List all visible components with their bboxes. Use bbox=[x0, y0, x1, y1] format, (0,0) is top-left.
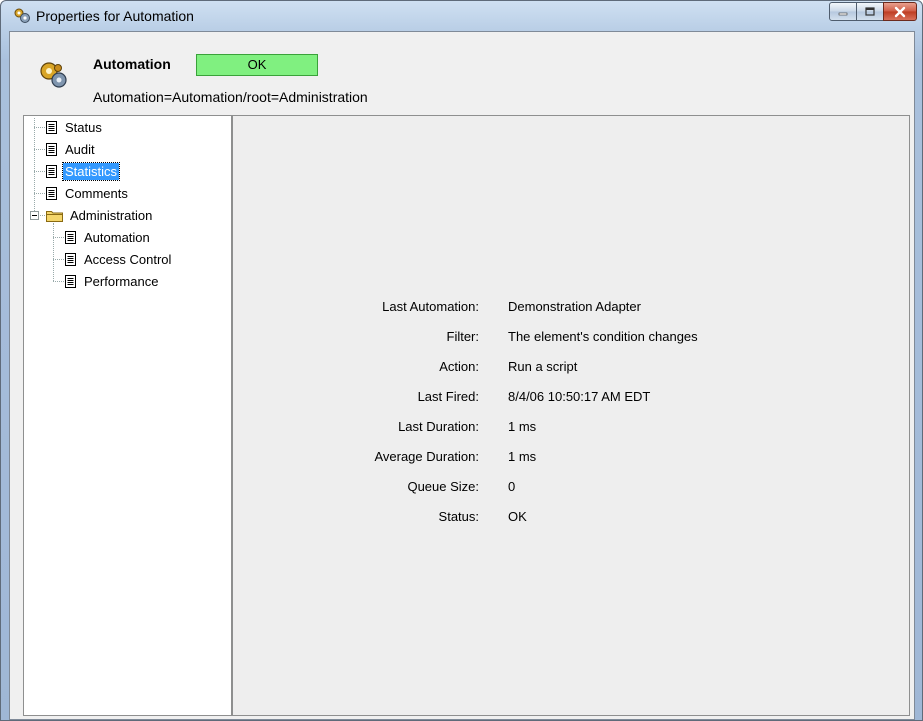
filter-label: Filter: bbox=[446, 329, 480, 344]
action-label: Action: bbox=[439, 359, 479, 374]
document-icon bbox=[46, 142, 57, 156]
element-name: Automation bbox=[93, 56, 171, 72]
tree-item-administration[interactable]: Administration bbox=[46, 206, 154, 224]
tree-item-label: Audit bbox=[65, 141, 95, 157]
last-fired-label: Last Fired: bbox=[417, 389, 479, 404]
document-icon bbox=[65, 252, 76, 266]
tree-item-audit[interactable]: Audit bbox=[46, 140, 97, 158]
average-duration-label: Average Duration: bbox=[374, 449, 479, 464]
maximize-icon bbox=[865, 6, 875, 16]
tree-item-performance[interactable]: Performance bbox=[65, 272, 160, 290]
maximize-button[interactable] bbox=[856, 2, 884, 21]
last-automation-label: Last Automation: bbox=[382, 299, 479, 314]
last-automation-value: Demonstration Adapter bbox=[508, 299, 641, 314]
tree-item-label: Access Control bbox=[84, 251, 172, 267]
tree-item-automation[interactable]: Automation bbox=[65, 228, 152, 246]
queue-size-value: 0 bbox=[508, 479, 516, 494]
tree-item-label: Performance bbox=[84, 273, 159, 289]
document-icon bbox=[46, 120, 57, 134]
element-path: Automation=Automation/root=Administratio… bbox=[93, 89, 368, 105]
window-title: Properties for Automation bbox=[36, 8, 194, 24]
tree-item-label: Status bbox=[65, 119, 102, 135]
collapse-administration-toggle[interactable] bbox=[30, 211, 39, 220]
last-duration-value: 1 ms bbox=[508, 419, 537, 434]
filter-value: The element's condition changes bbox=[508, 329, 698, 344]
status-value: OK bbox=[508, 509, 527, 524]
close-button[interactable] bbox=[883, 2, 917, 21]
navigation-tree[interactable]: Status Audit Statistics Comments Adminis… bbox=[23, 115, 232, 716]
tree-item-status[interactable]: Status bbox=[46, 118, 104, 136]
last-fired-value: 8/4/06 10:50:17 AM EDT bbox=[508, 389, 651, 404]
status-badge: OK bbox=[196, 54, 318, 76]
tree-item-comments[interactable]: Comments bbox=[46, 184, 130, 202]
title-bar[interactable]: Properties for Automation bbox=[1, 1, 922, 31]
action-value: Run a script bbox=[508, 359, 578, 374]
status-label: Status: bbox=[438, 509, 479, 524]
automation-gears-icon bbox=[40, 62, 67, 88]
tree-item-label: Administration bbox=[70, 207, 153, 223]
close-icon bbox=[894, 6, 906, 17]
tree-item-access-control[interactable]: Access Control bbox=[65, 250, 173, 268]
document-icon bbox=[46, 164, 57, 178]
properties-window: Properties for Automation Automation OK … bbox=[0, 0, 923, 721]
queue-size-label: Queue Size: bbox=[407, 479, 479, 494]
document-icon bbox=[65, 230, 76, 244]
tree-item-label-selected: Statistics bbox=[61, 161, 121, 181]
average-duration-value: 1 ms bbox=[508, 449, 537, 464]
client-area: Automation OK Automation=Automation/root… bbox=[9, 31, 915, 720]
folder-icon bbox=[46, 210, 63, 222]
last-duration-label: Last Duration: bbox=[398, 419, 479, 434]
document-icon bbox=[46, 186, 57, 200]
tree-item-statistics[interactable]: Statistics bbox=[46, 161, 121, 181]
minimize-button[interactable] bbox=[829, 2, 857, 21]
automation-gears-icon bbox=[14, 8, 30, 23]
tree-item-label: Comments bbox=[65, 185, 128, 201]
minimize-icon bbox=[838, 12, 848, 15]
tree-item-label: Automation bbox=[84, 229, 150, 245]
statistics-panel: Last Automation: Demonstration Adapter F… bbox=[232, 115, 910, 716]
document-icon bbox=[65, 274, 76, 288]
